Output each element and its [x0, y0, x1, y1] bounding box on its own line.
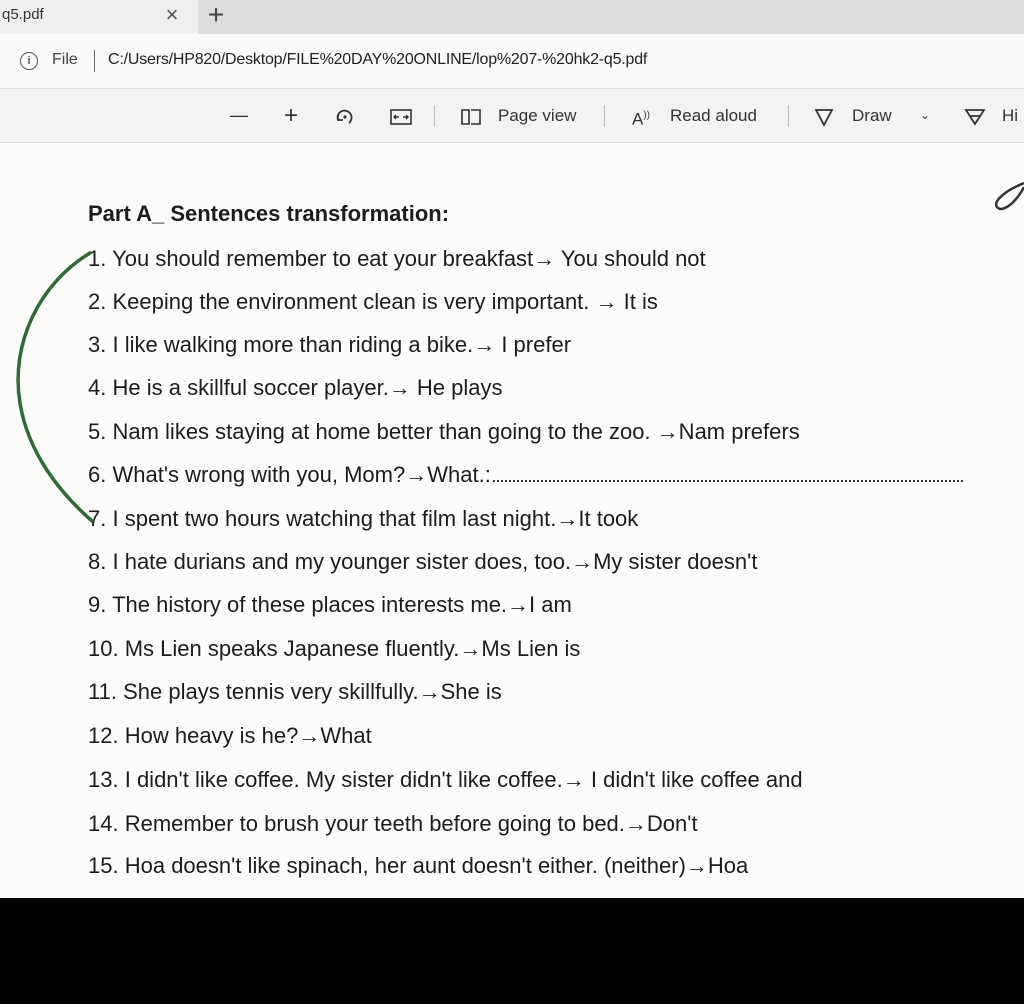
pdf-page: Part A_ Sentences transformation: 1. You…: [0, 143, 1024, 898]
tab-title: q5.pdf: [2, 6, 44, 23]
ink-annotation: [16, 181, 1024, 523]
read-aloud-button[interactable]: Read aloud: [670, 89, 757, 142]
address-separator: [94, 50, 95, 72]
read-aloud-icon[interactable]: A)): [632, 89, 650, 142]
zoom-out-button[interactable]: —: [230, 89, 248, 142]
url-scheme: File: [52, 51, 78, 68]
handwritten-mark: [994, 181, 1024, 211]
browser-viewport: q5.pdf × + i File C:/Users/HP820/Desktop…: [0, 0, 1024, 898]
tab-q5-pdf[interactable]: q5.pdf ×: [0, 0, 198, 34]
toolbar-separator: [604, 105, 605, 127]
toolbar-separator: [434, 105, 435, 127]
toolbar-separator: [788, 105, 789, 127]
draw-button[interactable]: Draw: [852, 89, 892, 142]
zoom-in-button[interactable]: +: [284, 89, 298, 142]
rotate-icon[interactable]: [334, 89, 356, 142]
page-view-icon[interactable]: [460, 89, 482, 142]
url-text[interactable]: C:/Users/HP820/Desktop/FILE%20DAY%20ONLI…: [108, 51, 647, 69]
page-view-button[interactable]: Page view: [498, 89, 576, 142]
draw-icon[interactable]: [814, 89, 834, 142]
highlight-icon[interactable]: [964, 89, 986, 142]
highlight-button[interactable]: Hi: [1002, 89, 1018, 142]
chevron-down-icon[interactable]: ⌄: [920, 89, 930, 142]
address-bar[interactable]: i File C:/Users/HP820/Desktop/FILE%20DAY…: [0, 34, 1024, 89]
green-bracket-stroke: [16, 251, 94, 523]
new-tab-button[interactable]: +: [204, 0, 228, 31]
pdf-toolbar: — + Page view A)) Read aloud Draw ⌄ Hi: [0, 89, 1024, 143]
tab-strip: q5.pdf × +: [0, 0, 1024, 34]
close-icon[interactable]: ×: [160, 2, 184, 28]
fit-page-icon[interactable]: [390, 89, 412, 142]
info-icon[interactable]: i: [20, 52, 38, 70]
